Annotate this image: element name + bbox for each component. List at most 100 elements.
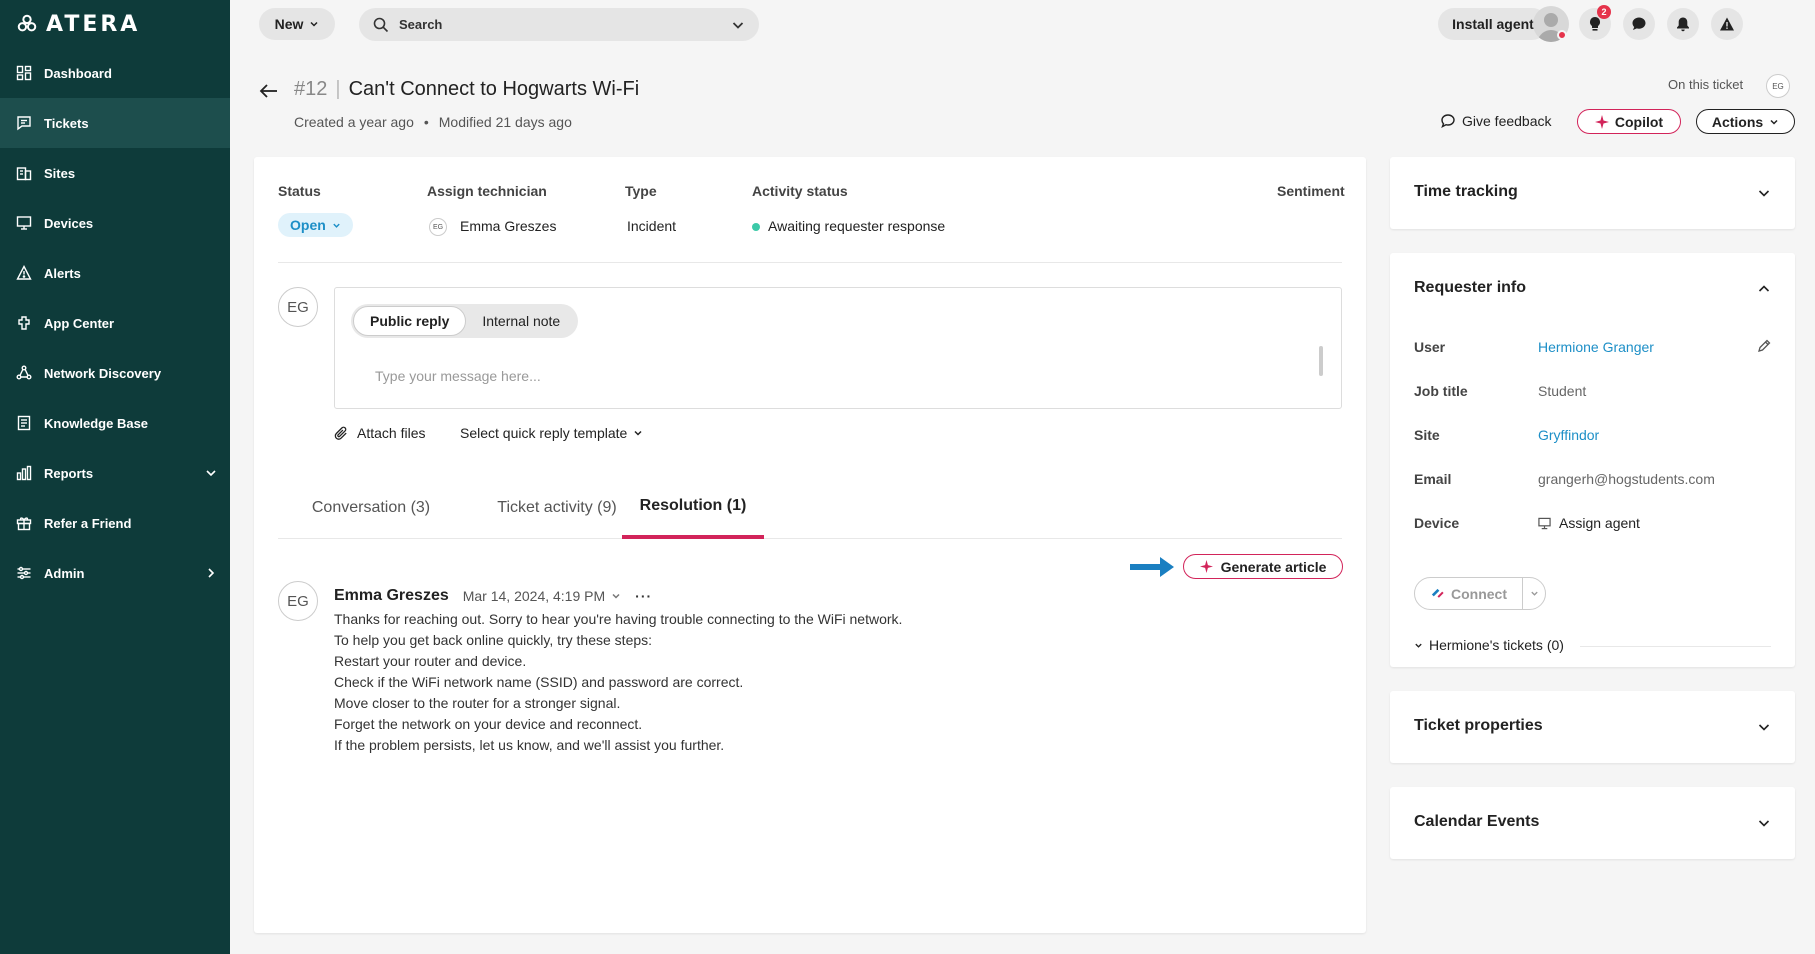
activity-status-label: Activity status [752, 183, 848, 199]
tab-resolution[interactable]: Resolution (1) [622, 477, 764, 539]
sidebar-item-app-center[interactable]: App Center [0, 298, 230, 348]
user-label: User [1414, 339, 1446, 355]
site-value[interactable]: Gryffindor [1538, 427, 1599, 443]
created-text: Created a year ago [294, 114, 414, 130]
time-tracking-panel[interactable]: Time tracking [1390, 157, 1795, 229]
calendar-events-title: Calendar Events [1414, 813, 1540, 830]
install-agent-button[interactable]: Install agent [1438, 8, 1548, 40]
requester-info-panel: Requester info User Hermione Granger Job… [1390, 253, 1795, 667]
sidebar-item-label: Reports [44, 465, 94, 481]
tab-public-reply[interactable]: Public reply [353, 306, 467, 336]
generate-article-button[interactable]: Generate article [1183, 554, 1343, 579]
copilot-button[interactable]: Copilot [1577, 109, 1681, 134]
ticket-meta: Created a year ago • Modified 21 days ag… [294, 114, 572, 130]
sidebar-item-label: Network Discovery [44, 365, 162, 381]
atera-logo-icon [17, 14, 37, 32]
activity-status-value[interactable]: Awaiting requester response [768, 218, 945, 234]
message-date[interactable]: Mar 14, 2024, 4:19 PM [463, 588, 621, 604]
assign-agent-link[interactable]: Assign agent [1538, 515, 1640, 531]
assign-technician-label: Assign technician [427, 183, 547, 199]
sidebar-item-label: Dashboard [44, 65, 112, 81]
give-feedback-button[interactable]: Give feedback [1440, 113, 1552, 129]
assign-agent-label: Assign agent [1559, 515, 1640, 531]
arrow-right-icon [1130, 557, 1174, 577]
sidebar-item-knowledge-base[interactable]: Knowledge Base [0, 398, 230, 448]
attach-files-button[interactable]: Attach files [334, 425, 425, 441]
sidebar-item-network-discovery[interactable]: Network Discovery [0, 348, 230, 398]
app-center-icon [16, 315, 32, 331]
requester-info-title: Requester info [1414, 279, 1527, 296]
connect-split-button: Connect [1414, 577, 1546, 610]
reports-icon [16, 465, 32, 481]
sidebar-item-label: Tickets [44, 115, 89, 131]
topbar: New Install agent 2 [230, 0, 1815, 48]
sidebar-item-refer-a-friend[interactable]: Refer a Friend [0, 498, 230, 548]
bell-icon [1677, 17, 1689, 32]
message-line: Move closer to the router for a stronger… [334, 695, 621, 711]
status-dropdown[interactable]: Open [278, 213, 353, 237]
notifications-button[interactable] [1667, 8, 1699, 40]
scrollbar[interactable] [1319, 346, 1323, 376]
message-line: Forget the network on your device and re… [334, 716, 643, 732]
connect-dropdown[interactable] [1523, 578, 1545, 609]
message-input[interactable] [375, 368, 1275, 384]
page-title: #12 | Can't Connect to Hogwarts Wi-Fi [294, 78, 639, 101]
ticket-title[interactable]: Can't Connect to Hogwarts Wi-Fi [349, 78, 640, 101]
chevron-down-icon [1758, 820, 1770, 827]
sidebar-item-alerts[interactable]: Alerts [0, 248, 230, 298]
back-arrow-icon[interactable] [258, 80, 280, 102]
sidebar-item-reports[interactable]: Reports [0, 448, 230, 498]
technician-avatar: EG [429, 218, 447, 236]
logo[interactable]: ATERA [0, 0, 230, 48]
meta-bullet: • [423, 114, 429, 130]
alerts-button[interactable] [1711, 8, 1743, 40]
search-bar[interactable] [359, 8, 759, 41]
ticket-properties-panel[interactable]: Ticket properties [1390, 691, 1795, 763]
email-value[interactable]: grangerh@hogstudents.com [1538, 471, 1715, 487]
chevron-down-icon [634, 430, 642, 436]
attach-files-label: Attach files [357, 425, 426, 441]
sidebar-item-label: App Center [44, 315, 115, 331]
chevron-down-icon[interactable] [731, 18, 745, 32]
tab-conversation[interactable]: Conversation (3) [278, 477, 464, 539]
copilot-label: Copilot [1614, 113, 1664, 130]
sentiment-label: Sentiment [1277, 183, 1345, 199]
type-value[interactable]: Incident [627, 218, 676, 234]
chat-button[interactable] [1623, 8, 1655, 40]
sidebar-item-dashboard[interactable]: Dashboard [0, 48, 230, 98]
viewer-avatar[interactable]: EG [1766, 74, 1790, 98]
sidebar-item-admin[interactable]: Admin [0, 548, 230, 598]
tickets-icon [16, 115, 32, 131]
message-author: Emma Greszes [334, 587, 449, 604]
actions-button[interactable]: Actions [1696, 109, 1795, 134]
network-icon [16, 365, 32, 381]
time-tracking-title: Time tracking [1414, 183, 1518, 200]
tab-internal-note[interactable]: Internal note [466, 306, 576, 336]
technician-value[interactable]: Emma Greszes [460, 218, 556, 234]
connect-label: Connect [1451, 585, 1507, 602]
user-value[interactable]: Hermione Granger [1538, 339, 1654, 355]
status-label: Status [278, 183, 321, 199]
sidebar-item-devices[interactable]: Devices [0, 198, 230, 248]
sidebar-item-label: Alerts [44, 265, 81, 281]
sidebar-item-sites[interactable]: Sites [0, 148, 230, 198]
connect-button[interactable]: Connect [1415, 578, 1523, 609]
message-line: Thanks for reaching out. Sorry to hear y… [334, 611, 903, 627]
ticket-properties-title: Ticket properties [1414, 717, 1543, 734]
search-input[interactable] [399, 17, 721, 32]
knowledge-base-icon [16, 415, 32, 431]
sidebar: ATERA Dashboard Tickets Sites Devices Al… [0, 0, 230, 954]
more-options-button[interactable]: ··· [635, 588, 652, 604]
new-button[interactable]: New [259, 8, 335, 40]
sidebar-item-label: Devices [44, 215, 94, 231]
edit-icon[interactable] [1757, 339, 1771, 353]
reply-box: Public reply Internal note [334, 287, 1342, 409]
calendar-events-panel[interactable]: Calendar Events [1390, 787, 1795, 859]
chevron-up-icon[interactable] [1757, 282, 1771, 296]
quick-reply-template-dropdown[interactable]: Select quick reply template [460, 425, 643, 441]
tips-button[interactable]: 2 [1579, 5, 1611, 40]
sidebar-item-tickets[interactable]: Tickets [0, 98, 230, 148]
alerts-icon [16, 265, 32, 281]
requester-tickets-toggle[interactable]: Hermione's tickets (0) [1414, 637, 1564, 653]
email-label: Email [1414, 471, 1452, 487]
